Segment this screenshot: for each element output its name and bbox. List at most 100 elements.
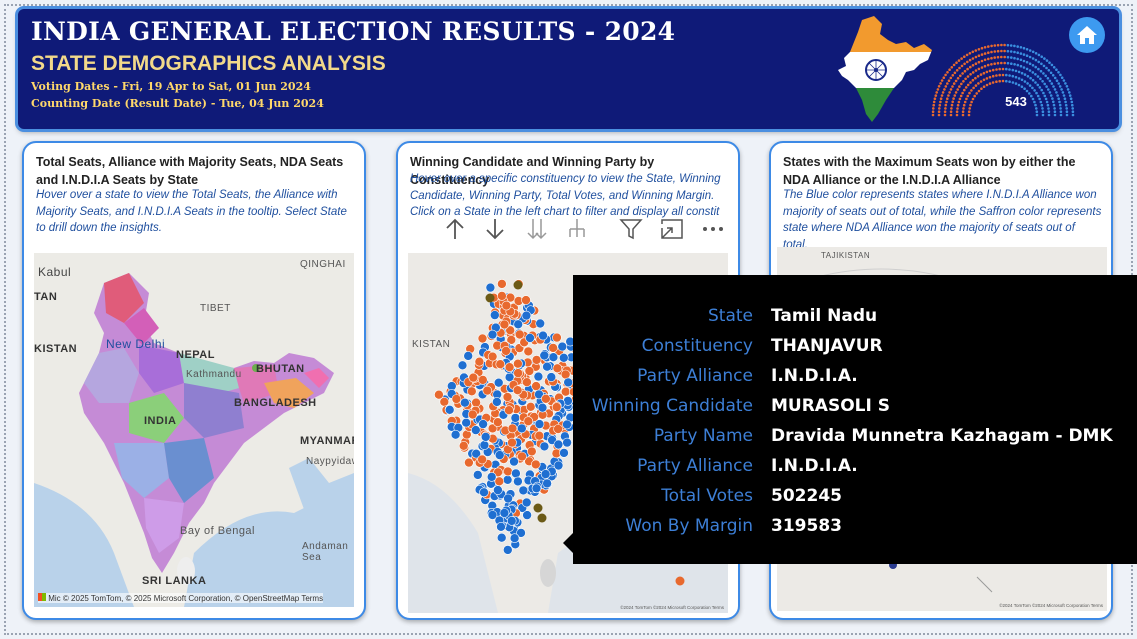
seat-dot [1036,83,1040,87]
seat-dot [963,88,966,92]
seat-dot [985,83,989,87]
seat-dot [996,43,1000,47]
seat-dot [979,80,983,83]
seat-dot [951,100,954,104]
seat-dot [995,80,998,83]
seat-dot [1071,113,1075,117]
seat-dot [998,79,1001,83]
expand-hierarchy-icon[interactable] [562,214,592,244]
seat-dot [990,50,993,54]
seat-dot [968,52,972,55]
seat-dot [947,94,950,97]
constituency-dot [524,366,535,376]
seat-dot [1000,61,1003,65]
constituency-dot [513,368,523,378]
seat-dot [977,89,981,93]
seat-dot [1016,63,1020,67]
seat-dot [1064,100,1067,104]
seat-dot [1025,60,1029,64]
tooltip-value: MURASOLI S [771,396,890,416]
constituency-dot [487,329,498,340]
seat-dot [963,100,967,104]
seat-dot [967,113,971,117]
seat-dot [951,85,954,88]
constituency-dot [541,394,551,404]
constituency-dot [531,381,541,391]
seat-dot [931,113,935,117]
seat-dot [1055,91,1058,94]
constituency-dot [534,430,545,441]
constituency-dot [517,451,527,462]
tooltip-row: Total Votes 502245 [573,481,1137,511]
seat-dot [1045,100,1049,104]
tooltip-row: Constituency THANJAVUR [573,331,1137,361]
map-attribution: Mic © 2025 TomTom, © 2025 Microsoft Corp… [38,593,324,603]
constituency-dot [468,372,479,383]
seat-dot [1022,59,1026,63]
drill-up-icon[interactable] [440,214,470,244]
tooltip-row: Won By Margin 319583 [573,511,1137,541]
constituency-dot [495,359,506,369]
seat-dot [952,82,956,85]
tooltip-key: Party Name [653,426,753,446]
constituency-dot [461,417,472,428]
tooltip-value: Dravida Munnetra Kazhagam - DMK [771,426,1113,446]
constituency-dot [511,468,521,479]
home-button[interactable] [1069,17,1105,53]
seat-dot [1016,51,1019,54]
seat-dot [1052,103,1056,107]
filter-icon[interactable] [616,214,646,244]
constituency-dot [471,397,481,408]
seat-dot [947,79,951,82]
seat-dot [1009,44,1013,47]
seat-dot [1017,77,1021,80]
seat-dot [977,60,981,64]
seat-dot [1031,50,1035,54]
seat-dot [1047,69,1051,72]
seat-dot [1034,73,1037,76]
seat-dot [1053,110,1057,113]
seat-dot [956,103,960,107]
seat-dot [952,97,955,100]
constituency-dot [507,437,517,448]
focus-mode-icon[interactable] [657,214,687,244]
constituency-dot [482,385,493,396]
constituency-dot [533,503,543,513]
seat-dot [964,86,968,89]
constituency-dot [503,493,513,504]
expand-next-level-icon[interactable] [522,214,552,244]
state-filled-map[interactable]: Kabul QINGHAI TAN TIBET KISTAN New Delhi… [34,253,354,607]
seat-dot [1069,97,1073,100]
seat-dot [1063,97,1067,100]
constituency-dot [480,432,491,442]
seat-dot [990,44,993,48]
seat-dot [963,62,966,66]
map-label-myanmar: MYANMAR [300,435,354,447]
more-options-icon[interactable] [698,214,728,244]
seat-dot [974,49,978,52]
seat-dot [966,83,970,87]
seat-dot [939,100,942,104]
map-attribution: ©2024 TomTom ©2024 Microsoft Corporation… [999,603,1103,608]
constituency-dot [537,513,547,523]
seat-dot [949,88,953,91]
seat-dot [1053,76,1057,80]
seat-dot [998,67,1001,71]
constituency-dot [492,397,502,407]
seat-dot [1066,88,1070,91]
seat-dot [943,113,947,117]
seat-dot [946,71,949,74]
seat-dot [1034,52,1038,55]
map-label-bangladesh: BANGLADESH [234,397,317,409]
seat-dot [1044,74,1047,78]
seat-dot [977,48,981,51]
constituency-dot [501,300,512,311]
seat-dot [1000,55,1003,59]
constituency-dot [463,351,474,361]
constituency-dot [675,576,685,586]
seat-dot [1064,82,1067,85]
seat-dot [932,103,935,107]
visual-header-toolbar [440,214,730,244]
seat-dot [974,84,978,87]
drill-down-icon[interactable] [480,214,510,244]
